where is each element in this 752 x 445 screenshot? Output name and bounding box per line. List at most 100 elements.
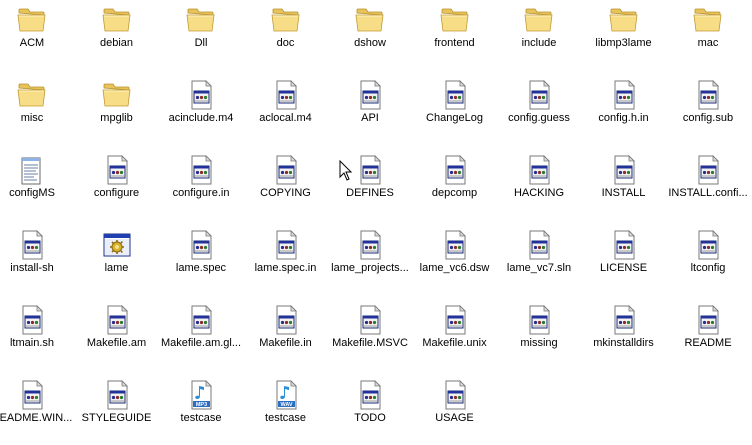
folder-icon xyxy=(692,4,724,36)
file-item[interactable]: configure.in xyxy=(159,150,243,220)
file-label: README xyxy=(684,337,732,349)
file-item[interactable]: API xyxy=(328,75,412,145)
file-item[interactable]: lame.spec xyxy=(159,225,243,295)
file-label: README.WIN... xyxy=(0,412,73,424)
file-item[interactable]: TODO xyxy=(328,375,412,445)
file-label: config.sub xyxy=(682,112,734,124)
file-item[interactable]: lame.spec.in xyxy=(244,225,328,295)
document-icon xyxy=(185,304,217,336)
file-item[interactable]: include xyxy=(497,0,581,70)
file-item[interactable]: mpglib xyxy=(75,75,159,145)
file-item[interactable]: USAGE xyxy=(413,375,497,445)
file-label: configMS xyxy=(9,187,55,199)
file-item[interactable]: libmp3lame xyxy=(582,0,666,70)
folder-icon xyxy=(270,4,302,36)
file-item[interactable]: configMS xyxy=(0,150,74,220)
file-label: Makefile.in xyxy=(259,337,312,349)
file-label: config.guess xyxy=(508,112,570,124)
file-label: ltconfig xyxy=(690,262,726,274)
document-icon xyxy=(523,304,555,336)
document-icon xyxy=(608,229,640,261)
file-item[interactable]: debian xyxy=(75,0,159,70)
file-item[interactable]: configure xyxy=(75,150,159,220)
folder-icon xyxy=(101,4,133,36)
file-item[interactable]: missing xyxy=(497,300,581,370)
file-item[interactable]: config.h.in xyxy=(582,75,666,145)
file-item[interactable]: Makefile.am.gl... xyxy=(159,300,243,370)
document-icon xyxy=(354,229,386,261)
file-label: ChangeLog xyxy=(426,112,483,124)
document-icon xyxy=(692,229,724,261)
file-item[interactable]: mac xyxy=(666,0,750,70)
file-item[interactable]: aclocal.m4 xyxy=(244,75,328,145)
document-icon xyxy=(270,154,302,186)
file-item[interactable]: STYLEGUIDE xyxy=(75,375,159,445)
file-item[interactable]: LICENSE xyxy=(582,225,666,295)
file-item[interactable]: COPYING xyxy=(244,150,328,220)
document-icon xyxy=(101,154,133,186)
notepad-icon xyxy=(16,154,48,186)
file-item[interactable]: Makefile.in xyxy=(244,300,328,370)
file-label: HACKING xyxy=(513,187,565,199)
file-label: lame.spec xyxy=(175,262,227,274)
file-item[interactable]: ACM xyxy=(0,0,74,70)
file-item[interactable]: Makefile.MSVC xyxy=(328,300,412,370)
file-label: configure.in xyxy=(172,187,230,199)
file-label: doc xyxy=(276,37,295,49)
document-icon xyxy=(354,79,386,111)
folder-icon xyxy=(608,4,640,36)
file-label: missing xyxy=(520,337,558,349)
file-item[interactable]: acinclude.m4 xyxy=(159,75,243,145)
file-label: acinclude.m4 xyxy=(168,112,234,124)
file-item[interactable]: MP3 testcase xyxy=(159,375,243,445)
file-item[interactable]: depcomp xyxy=(413,150,497,220)
file-label: frontend xyxy=(434,37,475,49)
folder-icon xyxy=(185,4,217,36)
file-label: Makefile.am xyxy=(86,337,147,349)
file-item[interactable]: Dll xyxy=(159,0,243,70)
file-item[interactable]: ChangeLog xyxy=(413,75,497,145)
file-item[interactable]: frontend xyxy=(413,0,497,70)
svg-text:MP3: MP3 xyxy=(196,402,207,408)
file-item[interactable]: INSTALL xyxy=(582,150,666,220)
file-label: Makefile.unix xyxy=(422,337,487,349)
file-item[interactable]: lame_vc6.dsw xyxy=(413,225,497,295)
document-icon xyxy=(354,304,386,336)
file-item[interactable]: ltmain.sh xyxy=(0,300,74,370)
file-item[interactable]: lame_projects... xyxy=(328,225,412,295)
file-item[interactable]: install-sh xyxy=(0,225,74,295)
file-label: lame_projects... xyxy=(331,262,409,274)
file-label: config.h.in xyxy=(598,112,649,124)
file-item[interactable]: config.guess xyxy=(497,75,581,145)
file-item[interactable]: lame_vc7.sln xyxy=(497,225,581,295)
document-icon xyxy=(608,79,640,111)
file-item[interactable]: misc xyxy=(0,75,74,145)
file-item[interactable]: HACKING xyxy=(497,150,581,220)
file-label: STYLEGUIDE xyxy=(81,412,152,424)
file-item[interactable]: Makefile.unix xyxy=(413,300,497,370)
folder-icon xyxy=(16,79,48,111)
file-item[interactable]: doc xyxy=(244,0,328,70)
file-label: install-sh xyxy=(10,262,54,274)
document-icon xyxy=(692,154,724,186)
document-icon xyxy=(523,229,555,261)
file-item[interactable]: ltconfig xyxy=(666,225,750,295)
folder-icon xyxy=(101,79,133,111)
document-icon xyxy=(439,229,471,261)
file-item[interactable]: INSTALL.confi... xyxy=(666,150,750,220)
file-item[interactable]: Makefile.am xyxy=(75,300,159,370)
file-item[interactable]: README xyxy=(666,300,750,370)
file-item[interactable]: lame xyxy=(75,225,159,295)
file-label: depcomp xyxy=(431,187,478,199)
file-label: TODO xyxy=(354,412,386,424)
document-icon xyxy=(439,154,471,186)
file-label: ltmain.sh xyxy=(9,337,55,349)
file-label: mac xyxy=(697,37,719,49)
file-item[interactable]: mkinstalldirs xyxy=(582,300,666,370)
file-item[interactable]: README.WIN... xyxy=(0,375,74,445)
file-label: mkinstalldirs xyxy=(593,337,654,349)
document-icon xyxy=(439,379,471,411)
file-item[interactable]: config.sub xyxy=(666,75,750,145)
file-item[interactable]: WAV testcase xyxy=(244,375,328,445)
file-item[interactable]: dshow xyxy=(328,0,412,70)
